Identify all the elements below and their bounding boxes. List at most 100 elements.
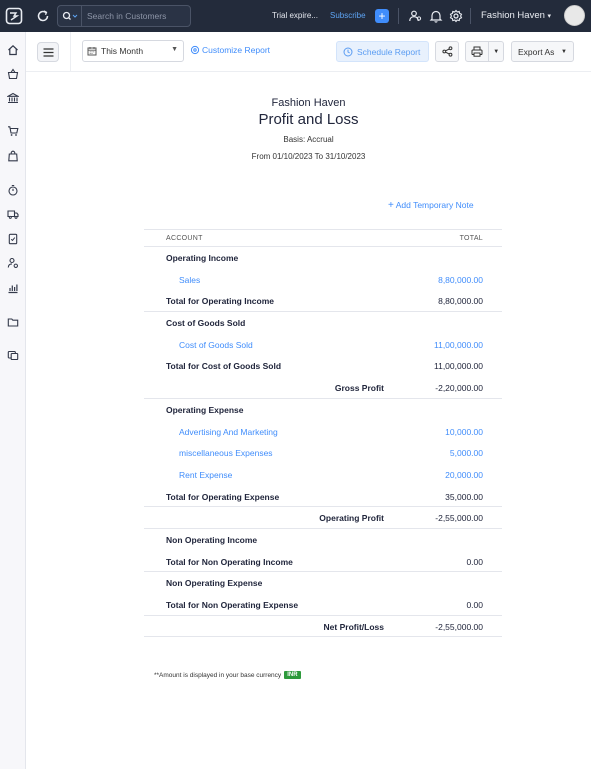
row-label: Operating Income — [166, 253, 239, 263]
notification-bell-icon[interactable] — [429, 9, 443, 23]
home-icon[interactable] — [6, 43, 20, 57]
share-icon — [441, 46, 452, 57]
period-dropdown[interactable]: This Month ▼ — [82, 40, 184, 62]
row-label: Operating Expense — [166, 404, 244, 415]
search-input[interactable] — [82, 11, 186, 21]
users-icon[interactable] — [408, 9, 422, 23]
section-row-cost-of-goods-sold: Cost of Goods Sold — [144, 312, 502, 334]
table-header: ACCOUNT TOTAL — [144, 229, 502, 247]
search-box[interactable] — [57, 5, 191, 27]
account-row-sales[interactable]: Sales 8,80,000.00 — [144, 269, 502, 291]
row-amount: 0.00 — [466, 600, 483, 610]
column-header-total: TOTAL — [459, 235, 483, 242]
customize-report-link[interactable]: Customize Report — [190, 45, 270, 55]
report-basis: Basis: Accrual — [283, 135, 334, 144]
total-row-non-operating-expense: Total for Non Operating Expense 0.00 — [144, 594, 502, 616]
account-row-rent[interactable]: Rent Expense 20,000.00 — [144, 464, 502, 486]
row-label: Operating Profit — [319, 513, 384, 524]
account-row-cost-of-goods-sold[interactable]: Cost of Goods Sold 11,00,000.00 — [144, 334, 502, 356]
subscribe-link[interactable]: Subscribe — [330, 11, 366, 20]
amount-link[interactable]: 5,000.00 — [450, 448, 483, 458]
report-toolbar: This Month ▼ Customize Report Schedule R… — [26, 32, 591, 72]
quick-create-button[interactable]: + — [375, 9, 389, 23]
period-label: This Month — [101, 46, 144, 56]
account-link[interactable]: Cost of Goods Sold — [179, 340, 253, 350]
total-row-operating-expense: Total for Operating Expense 35,000.00 — [144, 486, 502, 508]
row-label: Total for Non Operating Expense — [166, 600, 299, 610]
calendar-icon — [87, 47, 97, 56]
account-link[interactable]: miscellaneous Expenses — [179, 448, 273, 458]
row-label: Total for Cost of Goods Sold — [166, 361, 282, 372]
row-label: Non Operating Expense — [166, 578, 263, 589]
account-link[interactable]: Advertising And Marketing — [179, 427, 278, 437]
schedule-report-button[interactable]: Schedule Report — [336, 41, 429, 62]
export-as-dropdown[interactable]: Export As ▼ — [511, 41, 574, 62]
settings-gear-icon[interactable] — [449, 9, 463, 23]
row-label: Total for Operating Expense — [166, 491, 280, 502]
row-label: Non Operating Income — [166, 534, 258, 545]
row-amount: 35,000.00 — [445, 491, 483, 502]
total-row-cost-of-goods-sold: Total for Cost of Goods Sold 11,00,000.0… — [144, 355, 502, 377]
export-as-label: Export As — [518, 46, 555, 57]
recent-activity-icon[interactable] — [35, 8, 51, 24]
sidebar — [0, 32, 26, 769]
add-temporary-note-label: Add Temporary Note — [395, 200, 474, 210]
documents-icon[interactable] — [6, 232, 20, 246]
row-label: Total for Operating Income — [166, 296, 274, 307]
row-amount: -2,55,000.00 — [435, 513, 483, 524]
amount-link[interactable]: 8,80,000.00 — [438, 275, 483, 285]
printer-icon[interactable] — [466, 42, 490, 61]
clock-icon — [343, 47, 353, 56]
currency-footnote: **Amount is displayed in your base curre… — [154, 671, 301, 679]
row-amount: 8,80,000.00 — [438, 296, 483, 307]
customize-report-label: Customize Report — [202, 45, 271, 55]
row-label: Gross Profit — [334, 383, 384, 394]
app-logo-icon[interactable] — [3, 5, 25, 27]
delivery-truck-icon[interactable] — [6, 207, 20, 221]
footnote-text: **Amount is displayed in your base curre… — [154, 671, 282, 679]
account-link[interactable]: Rent Expense — [179, 470, 232, 480]
items-basket-icon[interactable] — [6, 67, 20, 81]
search-icon[interactable] — [58, 6, 82, 26]
schedule-report-label: Schedule Report — [357, 46, 421, 57]
hamburger-icon — [43, 47, 53, 57]
organization-name: Fashion Haven — [481, 10, 545, 21]
row-amount: 0.00 — [466, 556, 483, 567]
apps-cards-icon[interactable] — [6, 348, 20, 362]
accountant-icon[interactable] — [6, 256, 20, 270]
report-title: Profit and Loss — [258, 111, 359, 128]
add-temporary-note-link[interactable]: + Add Temporary Note — [388, 200, 474, 211]
row-label: Net Profit/Loss — [323, 621, 384, 632]
print-button[interactable]: ▼ — [465, 41, 504, 62]
row-amount: -2,55,000.00 — [435, 621, 483, 632]
reports-chart-icon[interactable] — [6, 281, 20, 295]
total-row-operating-income: Total for Operating Income 8,80,000.00 — [144, 290, 502, 313]
section-row-operating-expense: Operating Expense — [144, 399, 502, 421]
account-row-advertising[interactable]: Advertising And Marketing 10,000.00 — [144, 421, 502, 443]
operating-profit-row: Operating Profit -2,55,000.00 — [144, 507, 502, 529]
banking-icon[interactable] — [6, 91, 20, 105]
user-avatar[interactable] — [564, 5, 585, 26]
folder-icon[interactable] — [6, 315, 20, 329]
divider — [470, 8, 471, 24]
hamburger-menu-button[interactable] — [37, 42, 59, 62]
account-link[interactable]: Sales — [179, 275, 200, 285]
section-row-operating-income: Operating Income — [144, 247, 502, 269]
amount-link[interactable]: 20,000.00 — [445, 470, 483, 480]
purchases-bag-icon[interactable] — [6, 149, 20, 163]
report-date-range: From 01/10/2023 To 31/10/2023 — [251, 152, 366, 161]
sales-cart-icon[interactable] — [6, 124, 20, 138]
amount-link[interactable]: 10,000.00 — [445, 427, 483, 437]
row-amount: 11,00,000.00 — [434, 361, 483, 372]
section-row-non-operating-income: Non Operating Income — [144, 529, 502, 551]
print-options-caret-icon[interactable]: ▼ — [489, 49, 503, 55]
account-row-miscellaneous[interactable]: miscellaneous Expenses 5,000.00 — [144, 442, 502, 464]
trial-status-text: Trial expire... — [272, 11, 318, 20]
customize-gear-icon — [190, 45, 200, 55]
chevron-down-icon: ▼ — [171, 46, 178, 53]
amount-link[interactable]: 11,00,000.00 — [434, 340, 483, 350]
organization-switcher[interactable]: Fashion Haven ▾ — [481, 10, 551, 21]
time-tracking-icon[interactable] — [6, 183, 20, 197]
share-button[interactable] — [435, 41, 459, 62]
plus-icon: + — [388, 200, 394, 211]
